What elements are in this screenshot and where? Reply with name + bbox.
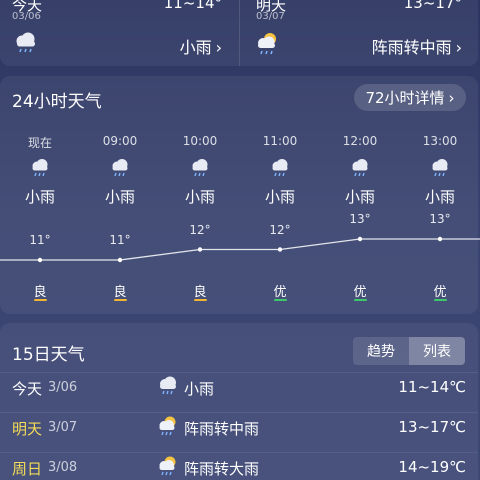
row-date: 3/07 <box>48 420 78 435</box>
row-temp-range: 11~14℃ <box>398 378 466 396</box>
temp-point <box>37 257 43 263</box>
row-temp-range: 13~17℃ <box>398 418 466 436</box>
tab-list[interactable]: 列表 <box>409 337 465 365</box>
hour-temp: 13° <box>349 212 371 226</box>
hour-temp: 13° <box>429 212 451 226</box>
sun-cloud-rain-icon <box>156 455 180 477</box>
day-row[interactable]: 周日 3/08 阵雨转大雨 14~19℃ <box>0 453 478 480</box>
temp-point <box>277 247 283 252</box>
row-day-label: 明天 <box>12 420 43 438</box>
temp-point <box>357 236 363 242</box>
hour-temp: 11° <box>29 233 51 247</box>
row-temp-range: 14~19℃ <box>398 458 466 476</box>
sun-cloud-rain-icon <box>156 415 180 437</box>
hour-temp: 12° <box>189 222 211 237</box>
cloud-rain-icon <box>156 375 180 397</box>
row-date: 3/06 <box>48 380 78 395</box>
hour-temp: 11° <box>109 233 131 247</box>
temp-point <box>117 257 123 263</box>
day-row[interactable]: 今天 3/06 小雨 11~14℃ <box>0 373 478 412</box>
row-day-label: 周日 <box>12 460 43 478</box>
row-day-label: 今天 <box>12 380 43 398</box>
fifteen-day-title: 15日天气 <box>12 345 85 365</box>
hour-temp: 12° <box>269 222 291 237</box>
row-weather-desc: 阵雨转大雨 <box>184 460 260 478</box>
temp-point <box>197 247 203 252</box>
row-date: 3/08 <box>48 460 78 475</box>
tab-trend[interactable]: 趋势 <box>353 337 409 365</box>
row-weather-desc: 阵雨转中雨 <box>184 420 260 438</box>
row-weather-desc: 小雨 <box>184 380 215 398</box>
view-toggle: 趋势 列表 <box>353 337 465 365</box>
day-row[interactable]: 明天 3/07 阵雨转中雨 13~17℃ <box>0 413 478 452</box>
temp-point <box>437 236 443 242</box>
